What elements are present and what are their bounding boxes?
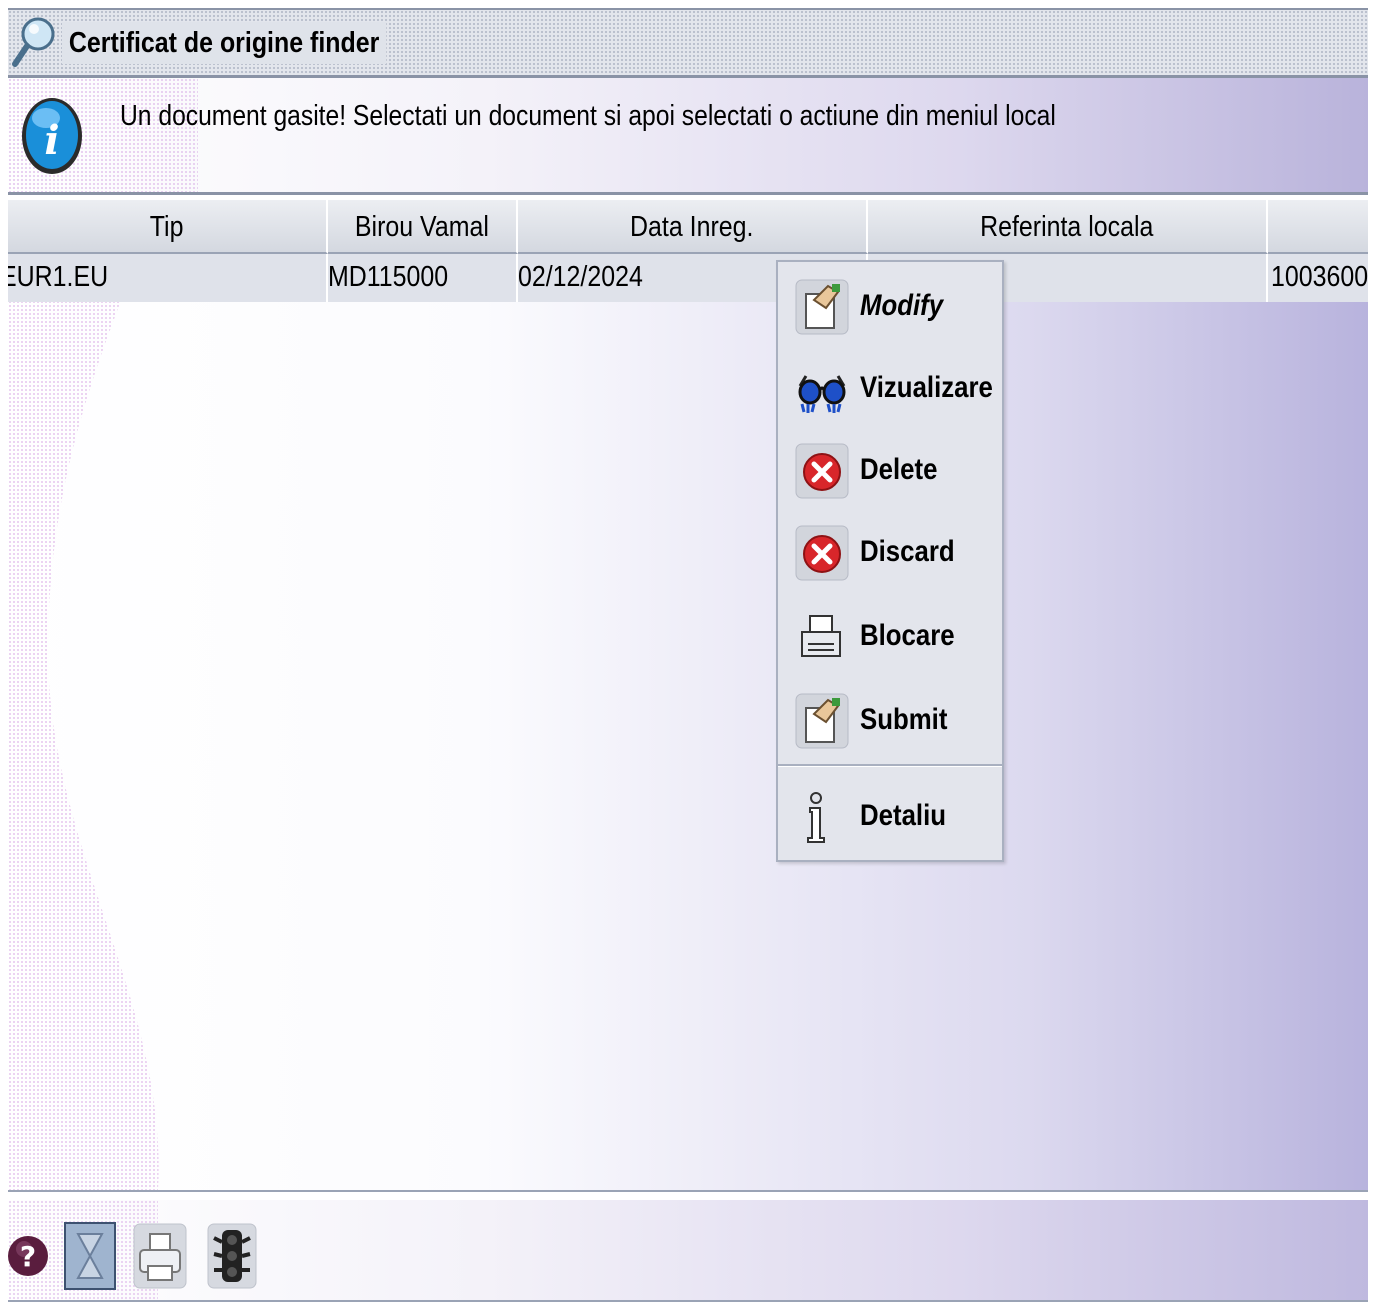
printer-icon xyxy=(801,615,841,657)
title-bar: Certificat de origine finder xyxy=(8,8,1368,78)
help-icon[interactable]: ? xyxy=(8,1222,52,1290)
print-icon[interactable] xyxy=(132,1222,188,1290)
submit-document-icon xyxy=(795,693,849,749)
context-menu: Modify Vizualizare Delete Discard Blocar… xyxy=(776,260,1004,862)
menu-item-delete[interactable]: Delete xyxy=(778,434,1002,508)
column-header-tip[interactable]: Tip xyxy=(8,200,328,254)
info-icon: i xyxy=(22,98,82,174)
menu-item-blocare[interactable]: Blocare xyxy=(778,600,1002,674)
menu-item-label: Blocare xyxy=(860,619,955,652)
menu-item-label: Delete xyxy=(860,453,938,486)
magnifier-icon xyxy=(12,17,55,67)
info-message: Un document gasite! Selectati un documen… xyxy=(120,100,1056,132)
svg-text:i: i xyxy=(44,117,59,164)
edit-document-icon xyxy=(795,279,849,335)
hourglass-icon[interactable] xyxy=(64,1222,116,1290)
glasses-icon xyxy=(798,375,846,413)
table-row[interactable]: EUR1.EU MD115000 02/12/2024 10036000 xyxy=(8,254,1368,302)
menu-item-label: Submit xyxy=(860,703,948,736)
bottom-toolbar: ? xyxy=(8,1200,1368,1302)
divider xyxy=(8,1190,1368,1200)
discard-icon xyxy=(795,525,849,581)
menu-item-discard[interactable]: Discard xyxy=(778,516,1002,590)
traffic-light-icon[interactable] xyxy=(206,1222,258,1290)
app-frame: Certificat de origine finder i Un docume… xyxy=(8,8,1368,1302)
decorative-wave xyxy=(8,200,159,1190)
menu-item-label: Detaliu xyxy=(860,799,947,832)
divider xyxy=(8,192,1368,200)
info-bar: i Un document gasite! Selectati un docum… xyxy=(8,78,1368,196)
column-header-extra[interactable] xyxy=(1268,200,1368,254)
menu-item-submit[interactable]: Submit xyxy=(778,684,1002,758)
delete-icon xyxy=(795,443,849,499)
cell-birou-vamal: MD115000 xyxy=(328,254,518,302)
results-area: Tip Birou Vamal Data Inreg. Referinta lo… xyxy=(8,200,1368,1190)
menu-item-detaliu[interactable]: Detaliu xyxy=(778,780,1002,854)
menu-separator xyxy=(778,764,1002,767)
menu-item-label: Modify xyxy=(860,289,944,322)
window-title: Certificat de origine finder xyxy=(62,22,387,64)
menu-item-label: Vizualizare xyxy=(860,371,993,404)
svg-text:?: ? xyxy=(20,1240,36,1273)
menu-item-vizualizare[interactable]: Vizualizare xyxy=(778,352,1002,426)
column-header-data-inreg[interactable]: Data Inreg. xyxy=(518,200,868,254)
info-small-icon xyxy=(807,792,825,843)
cell-extra: 10036000 xyxy=(1271,261,1368,293)
menu-item-modify[interactable]: Modify xyxy=(778,270,1002,344)
menu-item-label: Discard xyxy=(860,535,955,568)
table-header: Tip Birou Vamal Data Inreg. Referinta lo… xyxy=(8,200,1368,254)
cell-tip: EUR1.EU xyxy=(8,254,328,302)
column-header-birou-vamal[interactable]: Birou Vamal xyxy=(328,200,518,254)
column-header-referinta-locala[interactable]: Referinta locala xyxy=(868,200,1268,254)
